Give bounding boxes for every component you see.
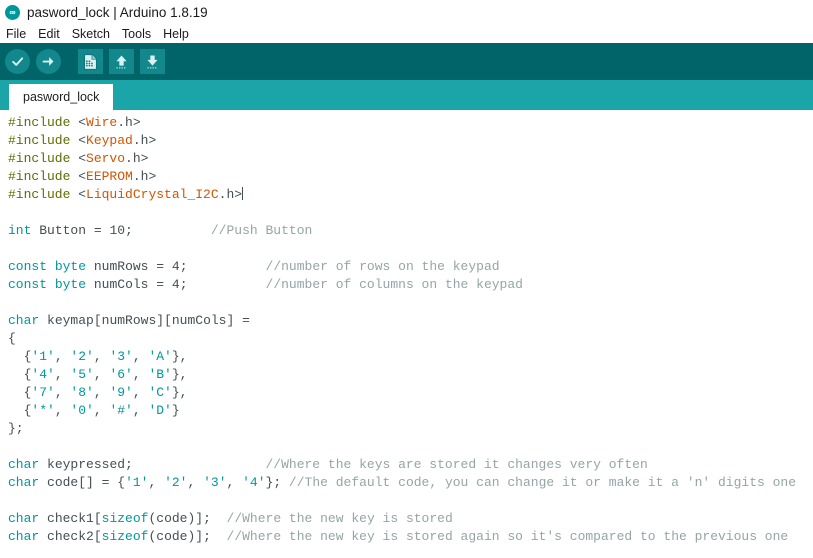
menu-bar: File Edit Sketch Tools Help (0, 24, 813, 43)
code-editor[interactable]: #include <Wire.h> #include <Keypad.h> #inc… (0, 110, 813, 558)
menu-item-file[interactable]: File (6, 27, 33, 41)
new-sketch-button[interactable] (78, 49, 103, 74)
check-icon (10, 54, 25, 69)
title-bar: pasword_lock | Arduino 1.8.19 (0, 0, 813, 24)
code-line: const byte numCols = 4; //number of colu… (8, 277, 523, 292)
toolbar (0, 43, 813, 80)
code-line: char code[] = {'1', '2', '3', '4'}; //Th… (8, 475, 797, 490)
code-line: #include <Wire.h> (8, 115, 141, 130)
upload-button[interactable] (36, 49, 61, 74)
window-title: pasword_lock | Arduino 1.8.19 (27, 4, 208, 20)
code-text[interactable]: #include <Wire.h> #include <Keypad.h> #inc… (0, 110, 813, 546)
menu-item-help[interactable]: Help (163, 27, 196, 41)
code-line: { (8, 331, 16, 346)
code-line: #include <LiquidCrystal_I2C.h> (8, 187, 244, 202)
menu-item-edit[interactable]: Edit (38, 27, 67, 41)
verify-button[interactable] (5, 49, 30, 74)
arrow-down-icon (145, 54, 160, 70)
code-line: int Button = 10; //Push Button (8, 223, 313, 238)
code-line: #include <Keypad.h> (8, 133, 157, 148)
sketch-tab-bar: pasword_lock (0, 80, 813, 110)
save-sketch-button[interactable] (140, 49, 165, 74)
document-icon (83, 53, 98, 70)
open-sketch-button[interactable] (109, 49, 134, 74)
code-line: char keymap[numRows][numCols] = (8, 313, 250, 328)
code-line: #include <Servo.h> (8, 151, 149, 166)
code-line: char check2[sizeof(code)]; //Where the n… (8, 529, 789, 544)
code-line: {'1', '2', '3', 'A'}, (8, 349, 188, 364)
code-line: const byte numRows = 4; //number of rows… (8, 259, 500, 274)
tab-pasword_lock[interactable]: pasword_lock (9, 84, 114, 110)
code-line: {'*', '0', '#', 'D'} (8, 403, 180, 418)
code-line: char check1[sizeof(code)]; //Where the n… (8, 511, 453, 526)
arduino-logo-icon (5, 4, 20, 20)
code-line: }; (8, 421, 24, 436)
menu-item-tools[interactable]: Tools (122, 27, 158, 41)
code-line: {'4', '5', '6', 'B'}, (8, 367, 188, 382)
arrow-right-icon (41, 54, 56, 69)
code-line: #include <EEPROM.h> (8, 169, 157, 184)
menu-item-sketch[interactable]: Sketch (72, 27, 117, 41)
code-line: {'7', '8', '9', 'C'}, (8, 385, 188, 400)
arrow-up-icon (114, 54, 129, 70)
tab-label: pasword_lock (23, 90, 100, 104)
code-line: char keypressed; //Where the keys are st… (8, 457, 648, 472)
